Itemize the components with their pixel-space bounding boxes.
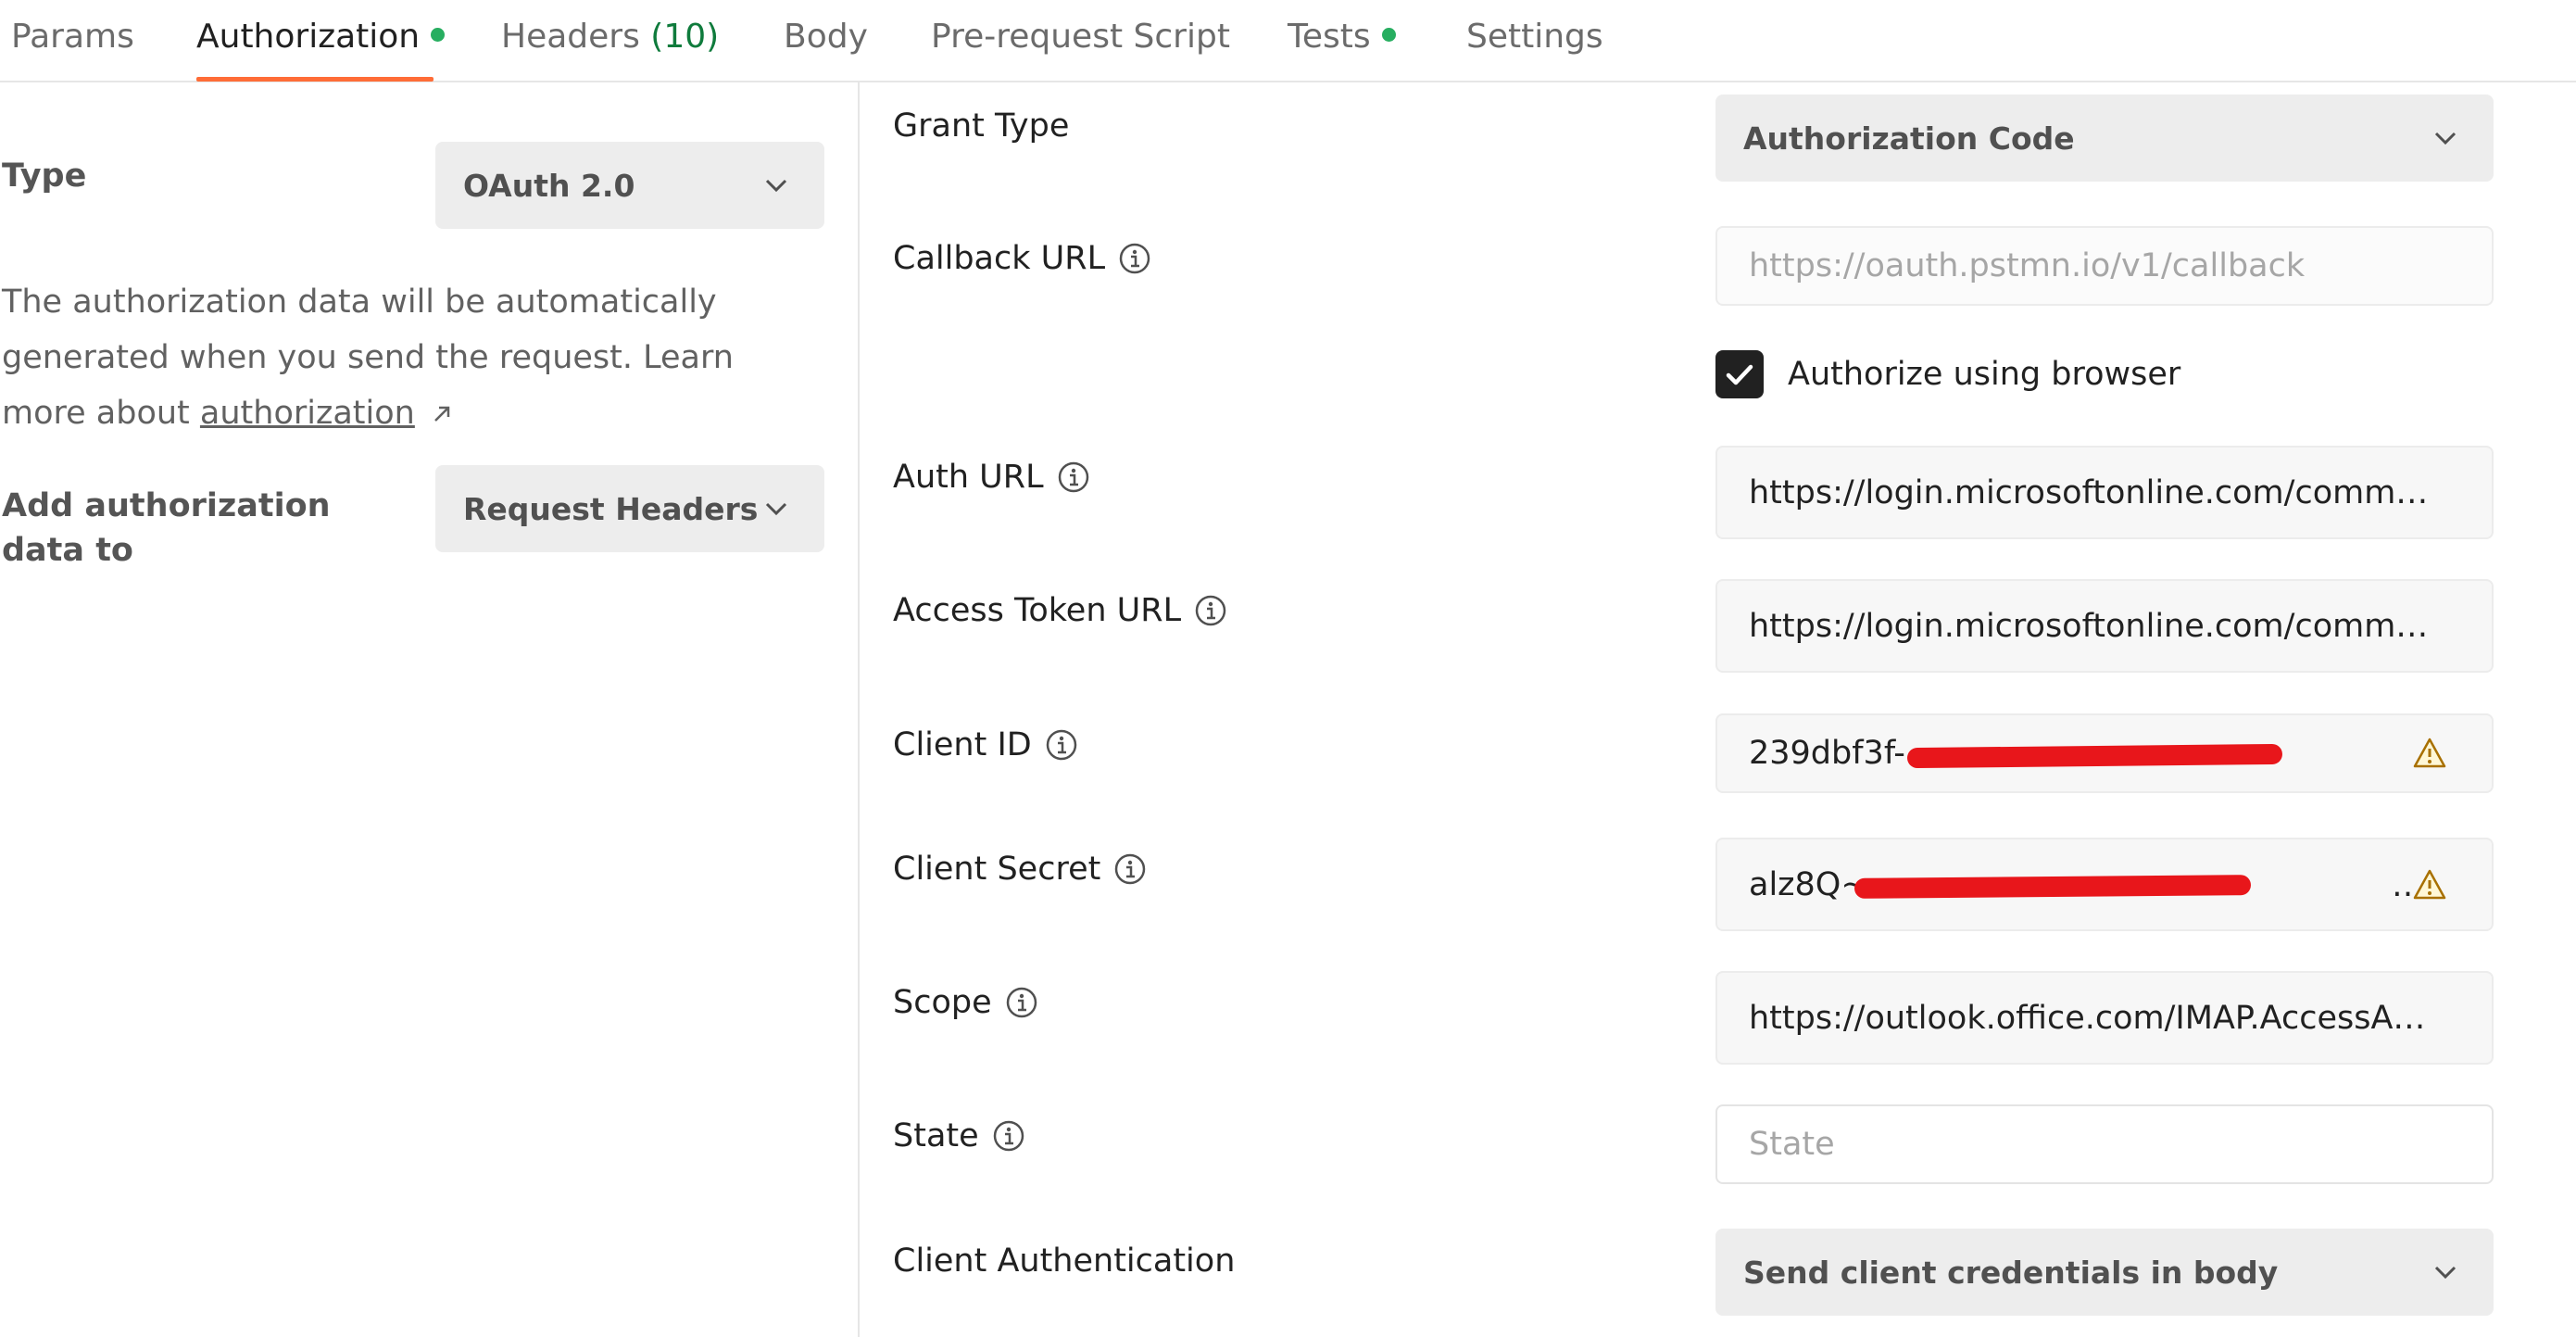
add-auth-to-dropdown[interactable]: Request Headers <box>435 465 824 552</box>
tab-label: Params <box>11 18 134 56</box>
tab-headers[interactable]: Headers (10) <box>501 13 719 61</box>
tab-authorization[interactable]: Authorization <box>196 13 446 61</box>
state-placeholder: State <box>1749 1126 1835 1163</box>
type-label: Type <box>2 158 87 195</box>
info-icon[interactable] <box>1045 728 1078 762</box>
auth-type-dropdown[interactable]: OAuth 2.0 <box>435 142 824 229</box>
info-icon[interactable] <box>1005 986 1038 1019</box>
auth-url-value: https://login.microsoftonline.com/common… <box>1749 473 2434 511</box>
access-token-url-value: https://login.microsoftonline.com/common… <box>1749 607 2434 645</box>
info-icon[interactable] <box>992 1119 1025 1153</box>
auth-url-label: Auth URL <box>893 455 1090 499</box>
chevron-down-icon <box>765 179 787 193</box>
authorization-link[interactable]: authorization <box>200 395 415 432</box>
tab-settings[interactable]: Settings <box>1466 13 1603 61</box>
authorize-browser-checkbox[interactable] <box>1715 350 1764 398</box>
auth-description: The authorization data will be automatic… <box>2 274 817 441</box>
auth-type-value: OAuth 2.0 <box>463 167 635 204</box>
tab-pre-request-script[interactable]: Pre-request Script <box>931 13 1230 61</box>
redaction-mark <box>1853 875 2252 899</box>
tab-label: Pre-request Script <box>931 18 1230 56</box>
tab-label: Settings <box>1466 18 1603 56</box>
label-text: Client Secret <box>893 851 1101 888</box>
client-id-label: Client ID <box>893 723 1078 767</box>
redaction-mark <box>1906 743 2283 769</box>
warning-icon[interactable] <box>2412 868 2447 902</box>
info-icon[interactable] <box>1118 242 1151 275</box>
grant-type-value: Authorization Code <box>1743 120 2075 157</box>
access-token-url-label: Access Token URL <box>893 588 1227 633</box>
callback-url-label: Callback URL <box>893 236 1151 281</box>
client-authentication-dropdown[interactable]: Send client credentials in body <box>1715 1229 2494 1316</box>
label-text: Client ID <box>893 726 1032 763</box>
tab-params[interactable]: Params <box>11 13 134 61</box>
info-icon[interactable] <box>1194 594 1227 627</box>
label-text: Access Token URL <box>893 592 1182 629</box>
scope-value: https://outlook.office.com/IMAP.AccessAs… <box>1749 999 2434 1037</box>
client-secret-label: Client Secret <box>893 847 1147 891</box>
scope-label: Scope <box>893 980 1038 1025</box>
headers-count: (10) <box>650 18 720 56</box>
state-label: State <box>893 1114 1025 1158</box>
label-text: Grant Type <box>893 107 1070 145</box>
chevron-down-icon <box>2434 132 2457 145</box>
grant-type-dropdown[interactable]: Authorization Code <box>1715 95 2494 182</box>
access-token-url-input[interactable]: https://login.microsoftonline.com/common… <box>1715 579 2494 673</box>
chevron-down-icon <box>765 502 787 516</box>
external-link-arrow-icon <box>434 406 450 422</box>
client-authentication-label: Client Authentication <box>893 1239 1235 1283</box>
tab-label: Body <box>784 18 868 56</box>
chevron-down-icon <box>2434 1266 2457 1280</box>
add-auth-to-value: Request Headers <box>463 490 759 527</box>
client-id-value: 239dbf3f- <box>1749 735 1905 772</box>
label-text: Auth URL <box>893 459 1044 496</box>
request-tabs: Params Authorization Headers (10) Body P… <box>0 0 2576 82</box>
info-icon[interactable] <box>1113 852 1147 886</box>
tab-body[interactable]: Body <box>784 13 868 61</box>
authorize-browser-label[interactable]: Authorize using browser <box>1788 352 2180 397</box>
tab-label: Headers <box>501 18 640 56</box>
checkmark-icon <box>1726 364 1753 385</box>
client-secret-input[interactable]: alz8Q~ … <box>1715 838 2494 931</box>
add-auth-to-label: Add authorization data to <box>2 487 331 569</box>
callback-url-placeholder: https://oauth.pstmn.io/v1/callback <box>1749 247 2306 284</box>
label-text: Client Authentication <box>893 1242 1236 1280</box>
grant-type-label: Grant Type <box>893 104 1069 148</box>
client-authentication-value: Send client credentials in body <box>1743 1254 2279 1291</box>
modified-dot-icon <box>431 28 446 42</box>
tab-label: Authorization <box>196 18 421 56</box>
info-icon[interactable] <box>1057 460 1090 494</box>
auth-url-input[interactable]: https://login.microsoftonline.com/common… <box>1715 446 2494 539</box>
label-text: State <box>893 1117 979 1154</box>
scope-input[interactable]: https://outlook.office.com/IMAP.AccessAs… <box>1715 971 2494 1065</box>
client-id-input[interactable]: 239dbf3f- <box>1715 713 2494 793</box>
tab-label: Tests <box>1288 18 1371 56</box>
panel-divider[interactable] <box>858 82 860 1337</box>
modified-dot-icon <box>1381 28 1396 42</box>
tab-tests[interactable]: Tests <box>1288 13 1396 61</box>
callback-url-input[interactable]: https://oauth.pstmn.io/v1/callback <box>1715 226 2494 306</box>
label-text: Scope <box>893 984 992 1021</box>
client-secret-value: alz8Q~ <box>1749 865 1868 903</box>
warning-icon[interactable] <box>2412 737 2447 770</box>
active-tab-indicator <box>196 77 434 82</box>
state-input[interactable]: State <box>1715 1104 2494 1184</box>
label-text: Callback URL <box>893 240 1106 277</box>
